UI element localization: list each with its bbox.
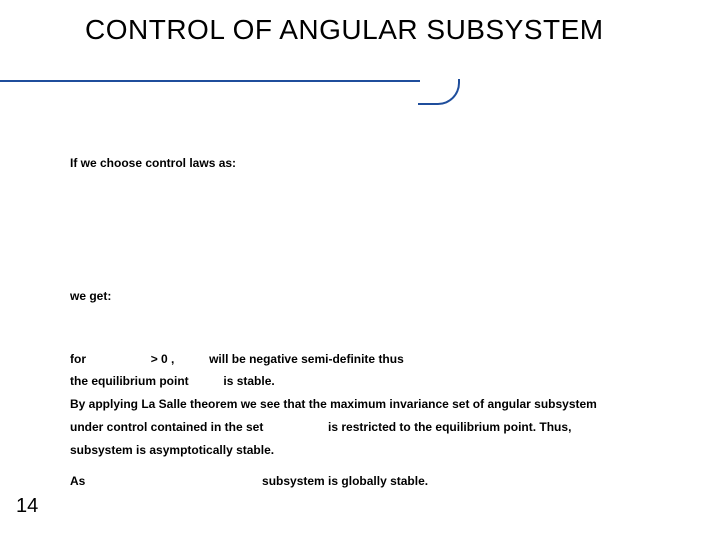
text-neg-semi: will be negative semi-definite thus <box>209 352 404 366</box>
text-eq-point: the equilibrium point <box>70 374 189 388</box>
page-number: 14 <box>16 495 38 518</box>
formula-block-u <box>70 178 700 288</box>
text-asym: subsystem is asymptotically stable. <box>70 442 700 459</box>
text-as-line: As subsystem is globally stable. <box>70 473 700 490</box>
rule-curve <box>418 79 460 105</box>
text-we-get: we get: <box>70 288 700 305</box>
slide-title: CONTROL OF ANGULAR SUBSYSTEM <box>85 14 604 46</box>
text-lasalle: By applying La Salle theorem we see that… <box>70 396 700 413</box>
slide: CONTROL OF ANGULAR SUBSYSTEM If we choos… <box>0 0 720 540</box>
text-global: subsystem is globally stable. <box>262 474 428 488</box>
text-is-stable: is stable. <box>223 374 274 388</box>
text-choose-laws: If we choose control laws as: <box>70 155 700 172</box>
text-under-control: under control contained in the set <box>70 420 263 434</box>
text-as: As <box>70 474 85 488</box>
text-gt0: > 0 , <box>151 352 175 366</box>
text-for: for <box>70 352 86 366</box>
text-for-line: for > 0 , will be negative semi-definite… <box>70 351 700 368</box>
text-restricted: is restricted to the equilibrium point. … <box>328 420 571 434</box>
text-eq-line: the equilibrium point is stable. <box>70 373 700 390</box>
rule-line <box>0 80 420 82</box>
slide-body: If we choose control laws as: we get: fo… <box>70 155 700 495</box>
formula-block-vdot <box>70 311 700 351</box>
text-under-line: under control contained in the set is re… <box>70 419 700 436</box>
